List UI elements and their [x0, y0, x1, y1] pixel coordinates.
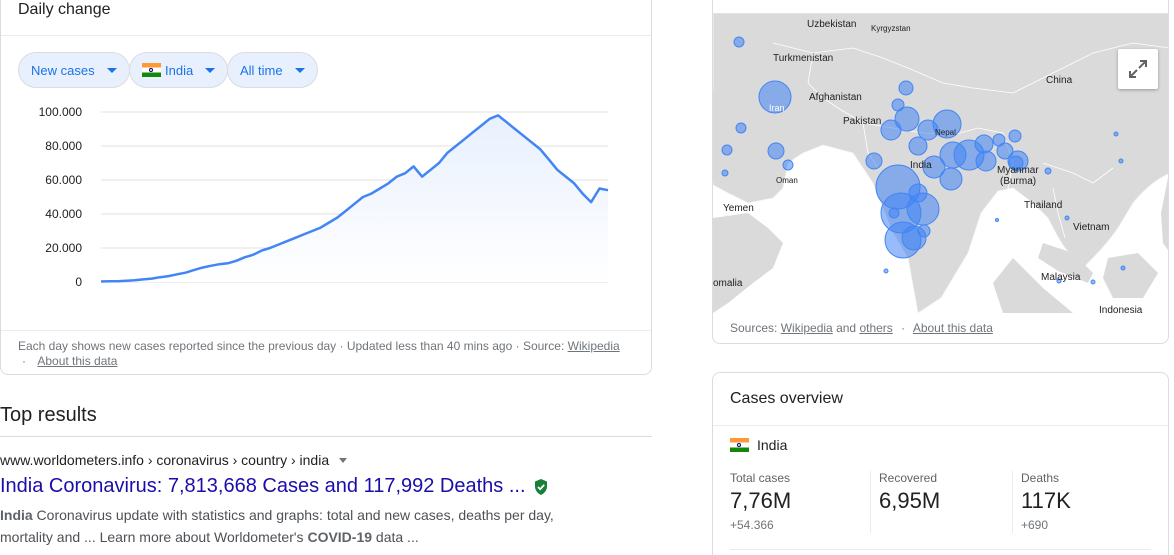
map-label-kyrgyzstan: Kyrgyzstan: [871, 24, 911, 33]
top-results-heading: Top results: [0, 404, 97, 426]
map-sources: Sources: Wikipedia and others · About th…: [730, 321, 993, 335]
divider: [713, 425, 1168, 426]
map-label-india: India: [910, 160, 932, 171]
source-wikipedia-link[interactable]: Wikipedia: [568, 339, 620, 353]
chart-footer: Each day shows new cases reported since …: [18, 339, 620, 368]
map-label-yemen: Yemen: [723, 203, 754, 214]
y-tick-label: 20.000: [45, 241, 82, 255]
about-this-data-link[interactable]: About this data: [37, 354, 117, 368]
map-label-vietnam: Vietnam: [1073, 222, 1110, 233]
snippet-text: data ...: [372, 529, 419, 545]
y-tick-label: 80.000: [45, 139, 82, 153]
recovered-stat: Recovered 6,95M: [879, 471, 940, 514]
map-label-china: China: [1046, 75, 1073, 86]
y-tick-label: 40.000: [45, 207, 82, 221]
map-about-this-data-link[interactable]: About this data: [913, 321, 993, 335]
divider: [1, 35, 651, 36]
sources-label: Sources:: [730, 321, 778, 335]
result-url-text: www.worldometers.info › coronavirus › co…: [0, 452, 330, 468]
deaths-stat: Deaths 117K +690: [1021, 471, 1071, 532]
sources-and-text: and: [836, 321, 857, 335]
total-cases-stat: Total cases 7,76M +54.366: [730, 471, 791, 532]
map-label-afghanistan: Afghanistan: [809, 92, 862, 103]
map-label-indonesia: Indonesia: [1099, 305, 1143, 313]
stat-separator: [1012, 471, 1013, 533]
chevron-down-icon: [205, 67, 216, 73]
stat-separator: [870, 471, 871, 533]
verified-shield-icon: [534, 478, 547, 495]
map-label-somalia: omalia: [713, 278, 743, 289]
total-cases-delta: +54.366: [730, 518, 774, 532]
daily-change-card: Daily change New cases India All time 10…: [0, 0, 652, 375]
country-dropdown[interactable]: India: [129, 52, 229, 88]
map-label-burma: (Burma): [1000, 176, 1036, 187]
map-label-oman: Oman: [776, 176, 798, 185]
cases-overview-title: Cases overview: [730, 390, 843, 407]
map-label-malaysia: Malaysia: [1041, 272, 1081, 283]
chevron-down-icon: [106, 67, 117, 73]
chevron-down-icon: [294, 67, 305, 73]
sources-wikipedia-link[interactable]: Wikipedia: [781, 321, 833, 335]
deaths-delta: +690: [1021, 518, 1049, 532]
overview-country-label: India: [757, 437, 788, 453]
total-cases-label: Total cases: [730, 471, 791, 485]
time-range-dropdown-label: All time: [240, 62, 283, 78]
result-url[interactable]: www.worldometers.info › coronavirus › co…: [0, 452, 348, 468]
series-area: [101, 115, 608, 283]
map-label-pakistan: Pakistan: [843, 116, 881, 127]
expand-icon: [1129, 60, 1147, 78]
y-tick-label: 60.000: [45, 173, 82, 187]
deaths-value: 117K: [1021, 488, 1071, 513]
india-flag-icon: [730, 438, 749, 452]
cases-map[interactable]: Uzbekistan Kyrgyzstan Turkmenistan China…: [713, 13, 1168, 313]
y-tick-label: 0: [75, 275, 82, 289]
map-label-iran: Iran: [769, 103, 785, 113]
metric-dropdown[interactable]: New cases: [18, 52, 130, 88]
snippet-bold-text: India: [0, 507, 33, 523]
result-title-text: India Coronavirus: 7,813,668 Cases and 1…: [0, 475, 526, 497]
map-label-nepal: Nepal: [935, 128, 956, 137]
result-snippet: India Coronavirus update with statistics…: [0, 504, 600, 548]
divider: [730, 549, 1151, 550]
daily-change-title: Daily change: [18, 1, 111, 18]
metric-dropdown-label: New cases: [31, 62, 95, 78]
snippet-bold-text: COVID-19: [307, 529, 373, 545]
deaths-label: Deaths: [1021, 471, 1060, 485]
chart-footer-text: Each day shows new cases reported since …: [18, 339, 565, 353]
daily-cases-chart[interactable]: 100.000 80.000 60.000 40.000 20.000 0: [1, 107, 651, 307]
total-cases-value: 7,76M: [730, 488, 792, 513]
map-label-myanmar: Myanmar: [997, 165, 1039, 176]
divider: [0, 436, 652, 437]
recovered-value: 6,95M: [879, 488, 941, 513]
result-title-link[interactable]: India Coronavirus: 7,813,668 Cases and 1…: [0, 475, 548, 498]
divider: [1, 330, 651, 331]
y-tick-label: 100.000: [39, 107, 83, 119]
snippet-text: Coronavirus update with statistics and g…: [0, 507, 554, 545]
recovered-label: Recovered: [879, 471, 938, 485]
sources-others-link[interactable]: others: [859, 321, 892, 335]
overview-country: India: [730, 437, 787, 453]
chevron-down-icon[interactable]: [339, 457, 348, 463]
fullscreen-button[interactable]: [1118, 49, 1158, 89]
map-card: Uzbekistan Kyrgyzstan Turkmenistan China…: [712, 0, 1169, 344]
india-flag-icon: [142, 63, 161, 77]
time-range-dropdown[interactable]: All time: [227, 52, 318, 88]
country-dropdown-label: India: [165, 62, 194, 78]
map-label-uzbekistan: Uzbekistan: [807, 19, 856, 30]
map-label-turkmenistan: Turkmenistan: [773, 53, 833, 64]
cases-overview-card: Cases overview India Total cases 7,76M +…: [712, 372, 1169, 555]
map-label-thailand: Thailand: [1024, 200, 1062, 211]
